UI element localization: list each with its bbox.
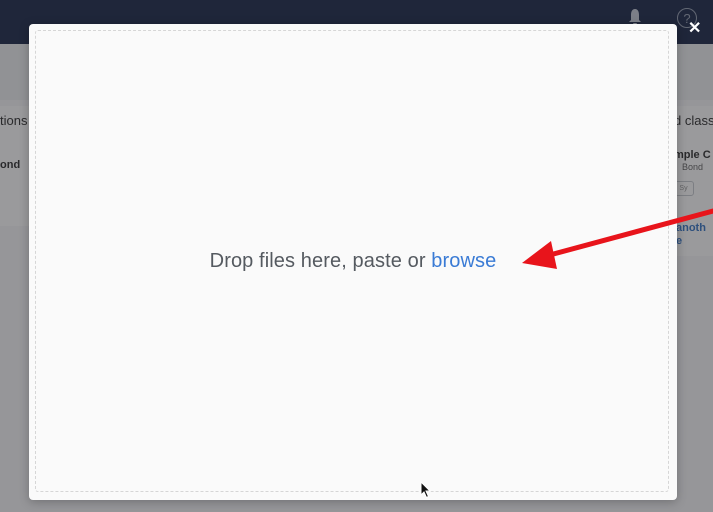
dropzone-text: Drop files here, paste or — [209, 250, 432, 272]
close-icon[interactable]: ✕ — [688, 21, 701, 37]
upload-modal: Drop files here, paste or browse — [29, 24, 677, 500]
browse-link[interactable]: browse — [431, 250, 496, 272]
mouse-cursor-icon — [420, 481, 432, 499]
dropzone-instructions: Drop files here, paste or browse — [29, 250, 677, 273]
